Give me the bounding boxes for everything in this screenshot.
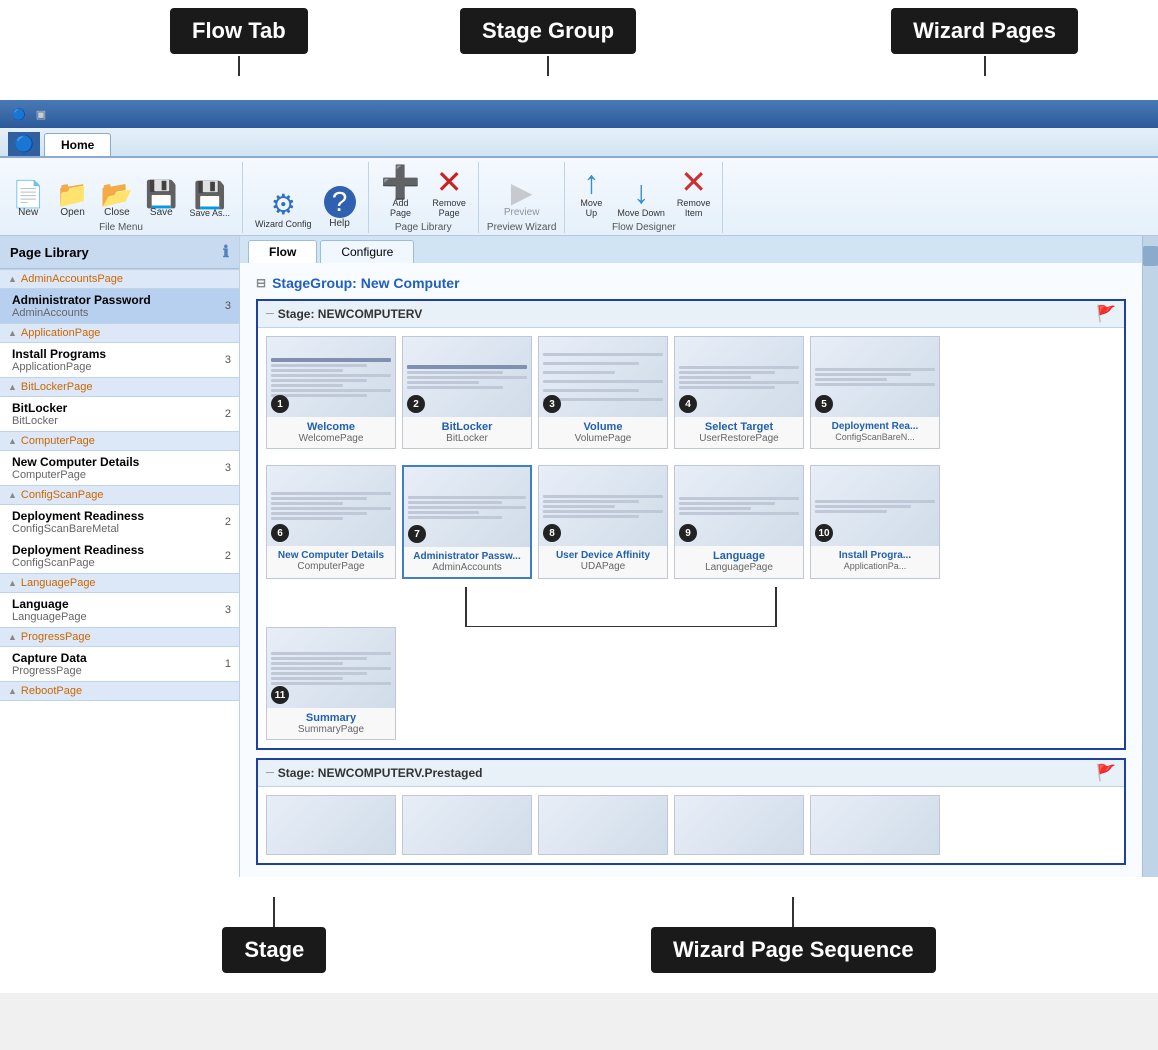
save-button[interactable]: 💾 Save	[141, 179, 181, 220]
save-as-button[interactable]: 💾 Save As...	[186, 180, 235, 220]
configure-tab[interactable]: Configure	[320, 240, 414, 263]
stage2-page-thumb[interactable]	[674, 795, 804, 855]
info-icon[interactable]: ℹ	[223, 242, 229, 262]
home-tab[interactable]: Home	[44, 133, 111, 156]
new-button[interactable]: 📄 New	[8, 179, 48, 220]
wizard-page-3[interactable]: 3 Volume VolumePage	[538, 336, 668, 449]
lib-category-progress[interactable]: ▲ ProgressPage	[0, 627, 239, 647]
preview-button[interactable]: ▶ Preview	[500, 177, 544, 220]
lib-category-admin[interactable]: ▲ AdminAccountsPage	[0, 269, 239, 289]
stage2-page-thumb[interactable]	[402, 795, 532, 855]
page-library-label: Page Library	[395, 222, 452, 233]
wizard-page-2[interactable]: 2 BitLocker BitLocker	[402, 336, 532, 449]
page-library-group: ➕ AddPage ✕ RemovePage Page Library	[369, 162, 479, 233]
app-icon: ▣	[36, 108, 46, 121]
move-down-button[interactable]: ↓ Move Down	[613, 174, 669, 220]
help-button[interactable]: ? Help	[320, 184, 360, 231]
flow-tab[interactable]: Flow	[248, 240, 317, 263]
collapse-button[interactable]: ⊟	[256, 276, 266, 290]
stagegroup-header: ⊟ StageGroup: New Computer	[248, 271, 1134, 295]
file-menu-group: 📄 New 📁 Open 📂 Close 💾 Save 💾 Sav	[0, 162, 243, 233]
lib-item[interactable]: Deployment Readiness ConfigScanPage 2	[0, 539, 239, 573]
wizard-page-5[interactable]: 5 Deployment Rea... ConfigScanBareN...	[810, 336, 940, 449]
wizard-page-4[interactable]: 4 Select Target UserRestorePage	[674, 336, 804, 449]
remove-item-button[interactable]: ✕ RemoveItem	[673, 164, 715, 220]
content-area: ⊟ StageGroup: New Computer ─ Stage: NEWC…	[240, 263, 1142, 877]
lib-item[interactable]: Deployment Readiness ConfigScanBareMetal…	[0, 505, 239, 539]
file-menu-label: File Menu	[99, 222, 143, 233]
page-num: 3	[543, 395, 561, 413]
wizard-page-7[interactable]: 7 Administrator Passw... AdminAccounts	[402, 465, 532, 579]
lib-item[interactable]: Administrator Password AdminAccounts 3	[0, 289, 239, 323]
wizard-config-group: ⚙ Wizard Config ? Help	[243, 162, 369, 233]
preview-wizard-group: ▶ Preview Preview Wizard	[479, 162, 565, 233]
page-num: 7	[408, 525, 426, 543]
flow-designer-group: ↑ MoveUp ↓ Move Down ✕ RemoveItem Flow D…	[565, 162, 723, 233]
wizard-page-1[interactable]: 1 Welcome WelcomePage	[266, 336, 396, 449]
page-num: 6	[271, 524, 289, 542]
lib-item[interactable]: BitLocker BitLocker 2	[0, 397, 239, 431]
lib-item[interactable]: Capture Data ProgressPage 1	[0, 647, 239, 681]
lib-item[interactable]: New Computer Details ComputerPage 3	[0, 451, 239, 485]
flow-tab-annotation: Flow Tab	[170, 8, 308, 54]
stage-1: ─ Stage: NEWCOMPUTERV 🚩	[256, 299, 1126, 750]
stage2-page-thumb[interactable]	[266, 795, 396, 855]
page-num: 9	[679, 524, 697, 542]
page-library-title: Page Library	[10, 245, 89, 260]
quick-access-icon[interactable]: 🔵	[8, 108, 30, 121]
stage-2: ─ Stage: NEWCOMPUTERV.Prestaged 🚩	[256, 758, 1126, 865]
preview-wizard-label: Preview Wizard	[487, 222, 556, 233]
stage2-page-thumb[interactable]	[810, 795, 940, 855]
move-up-button[interactable]: ↑ MoveUp	[573, 164, 609, 220]
pages-row-1: 1 Welcome WelcomePage	[258, 328, 1124, 457]
add-page-button[interactable]: ➕ AddPage	[377, 164, 425, 220]
bottom-annotations: Stage Wizard Page Sequence	[0, 877, 1158, 993]
lib-category-bitlocker[interactable]: ▲ BitLockerPage	[0, 377, 239, 397]
wizard-page-sequence-annotation: Wizard Page Sequence	[651, 927, 936, 973]
page-library-panel: Page Library ℹ ▲ AdminAccountsPage Admin…	[0, 236, 240, 877]
page-num: 10	[815, 524, 833, 542]
app-button[interactable]: 🔵	[8, 132, 40, 156]
stage-1-header: ─ Stage: NEWCOMPUTERV 🚩	[258, 301, 1124, 328]
lib-category-computer[interactable]: ▲ ComputerPage	[0, 431, 239, 451]
lib-item[interactable]: Install Programs ApplicationPage 3	[0, 343, 239, 377]
scrollbar[interactable]	[1142, 236, 1158, 877]
lib-category-language[interactable]: ▲ LanguagePage	[0, 573, 239, 593]
wizard-page-10[interactable]: 10 Install Progra... ApplicationPa...	[810, 465, 940, 579]
pages-row-2: 6 New Computer Details ComputerPage	[258, 457, 1124, 587]
flow-configure-tabs: Flow Configure	[240, 236, 1142, 263]
lib-item[interactable]: Language LanguagePage 3	[0, 593, 239, 627]
wizard-page-8[interactable]: 8 User Device Affinity UDAPage	[538, 465, 668, 579]
stage-2-flag: 🚩	[1096, 763, 1116, 783]
page-num: 4	[679, 395, 697, 413]
stage-group-annotation: Stage Group	[460, 8, 636, 54]
stage2-page-thumb[interactable]	[538, 795, 668, 855]
stage-2-header: ─ Stage: NEWCOMPUTERV.Prestaged 🚩	[258, 760, 1124, 787]
page-num: 5	[815, 395, 833, 413]
page-num: 2	[407, 395, 425, 413]
wizard-page-11[interactable]: 11 Summary SummaryPage	[266, 627, 396, 740]
page-num: 8	[543, 524, 561, 542]
flow-designer-label: Flow Designer	[612, 222, 676, 233]
page-num: 11	[271, 686, 289, 704]
stage-annotation: Stage	[222, 927, 326, 973]
wizard-config-button[interactable]: ⚙ Wizard Config	[251, 189, 316, 231]
lib-category-configscan[interactable]: ▲ ConfigScanPage	[0, 485, 239, 505]
remove-page-button[interactable]: ✕ RemovePage	[428, 164, 470, 220]
stagegroup-title: StageGroup: New Computer	[272, 275, 459, 291]
lib-category-app[interactable]: ▲ ApplicationPage	[0, 323, 239, 343]
connection-lines	[266, 587, 1116, 627]
wizard-page-6[interactable]: 6 New Computer Details ComputerPage	[266, 465, 396, 579]
wizard-page-9[interactable]: 9 Language LanguagePage	[674, 465, 804, 579]
stage-flag: 🚩	[1096, 304, 1116, 324]
page-num: 1	[271, 395, 289, 413]
close-button[interactable]: 📂 Close	[97, 179, 137, 220]
ribbon: 🔵 ▣ 🔵 Home 📄 New 📁 Open 📂 Close	[0, 100, 1158, 236]
lib-category-reboot[interactable]: ▲ RebootPage	[0, 681, 239, 701]
wizard-pages-annotation: Wizard Pages	[891, 8, 1078, 54]
open-button[interactable]: 📁 Open	[52, 179, 92, 220]
